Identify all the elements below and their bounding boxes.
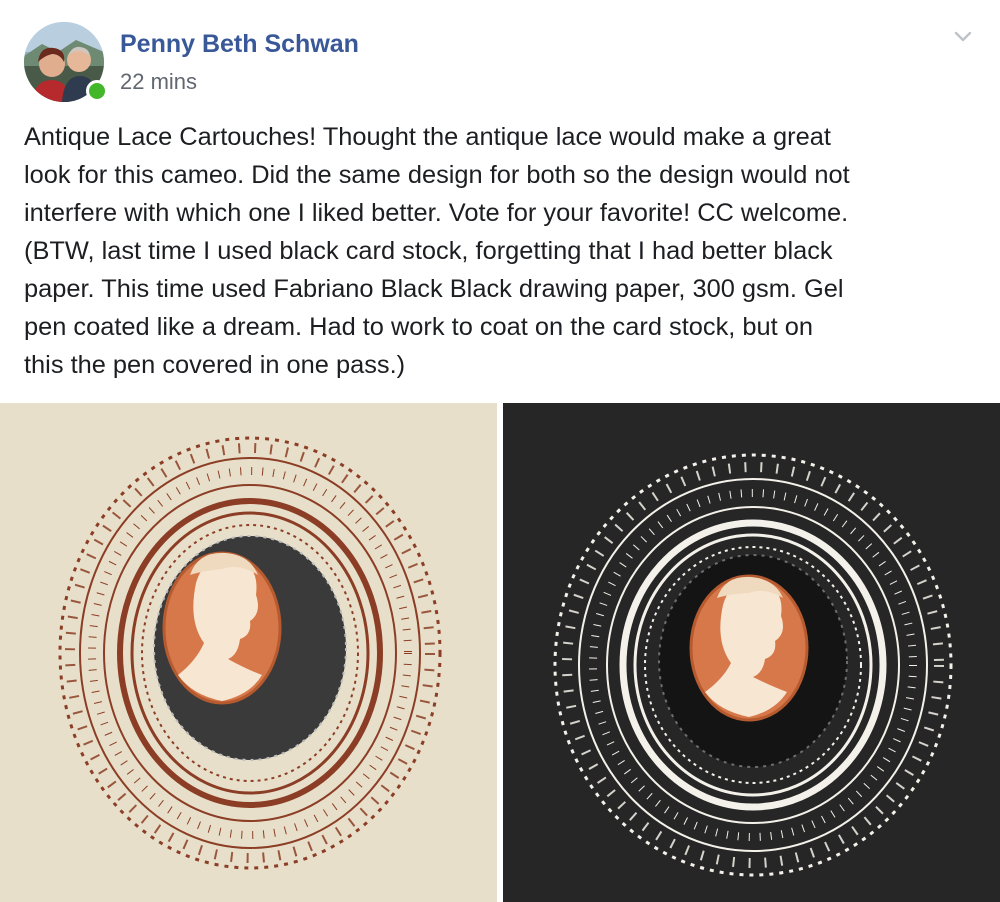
chevron-down-icon [954,31,972,42]
author-name-link[interactable]: Penny Beth Schwan [120,30,359,59]
post-options-button[interactable] [950,24,976,50]
online-status-indicator [86,80,108,102]
post-photo-black[interactable] [503,403,1000,902]
black-lace-cameo-image [503,403,1000,902]
post-timestamp[interactable]: 22 mins [120,69,197,95]
post-message: Antique Lace Cartouches! Thought the ant… [24,123,850,379]
post-photo-cream[interactable] [0,403,497,902]
cream-lace-cameo-image [0,403,497,902]
feed-post: Penny Beth Schwan 22 mins Antique Lace C… [0,0,1000,902]
post-header: Penny Beth Schwan 22 mins [24,22,976,104]
